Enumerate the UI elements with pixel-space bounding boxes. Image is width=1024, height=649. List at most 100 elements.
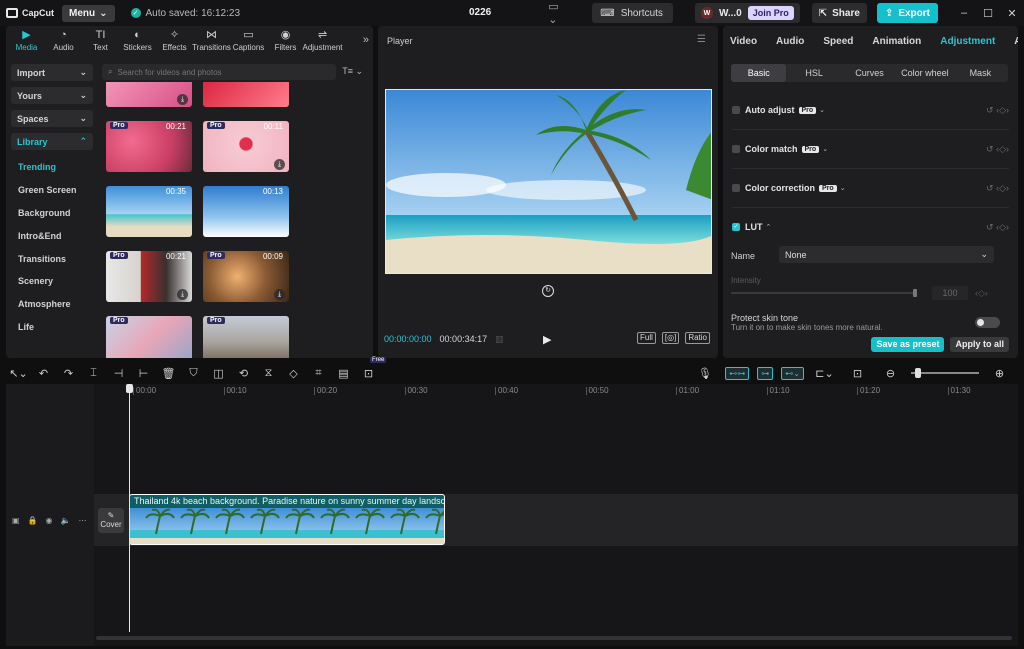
media-thumbnail[interactable]: Pro 00:11 ⤓ (203, 121, 289, 172)
tab-text[interactable]: TI Text (82, 26, 119, 56)
download-icon[interactable]: ⤓ (177, 94, 188, 105)
reset-keyframe-icons[interactable]: ↺ ‹◇› (986, 222, 1009, 233)
tab-transitions[interactable]: ⋈ Transitions (192, 26, 231, 56)
chevron-up-icon[interactable]: ⌃ (766, 223, 772, 231)
track-thumbnail-icon[interactable]: ▣ (12, 516, 20, 525)
tab-speed[interactable]: Speed (823, 36, 853, 47)
subtab-hsl[interactable]: HSL (786, 64, 841, 82)
undo-icon[interactable]: ↶ (31, 367, 56, 380)
tab-ai[interactable]: AI (1014, 36, 1018, 47)
reset-keyframe-icons[interactable]: ↺ ‹◇› (986, 183, 1009, 194)
share-button[interactable]: ⇱ Share (811, 3, 867, 23)
playhead[interactable] (126, 384, 133, 632)
reverse-icon[interactable]: ⟲ (231, 367, 256, 380)
timeline-icon[interactable]: ▥ (495, 334, 504, 345)
caption-icon[interactable]: ▤ (331, 367, 356, 380)
fullscreen-button[interactable]: Full (636, 332, 656, 344)
project-name[interactable]: 0226 (469, 7, 491, 18)
menu-button[interactable]: Menu ⌄ (62, 4, 115, 22)
library-item[interactable]: Atmosphere (11, 293, 93, 316)
media-thumbnail[interactable]: Pro (106, 316, 192, 358)
split-left-icon[interactable]: ⊣ (106, 367, 131, 380)
fit-icon[interactable]: ⊡ (845, 367, 870, 380)
keyframe-icon[interactable]: ‹◇› (975, 288, 988, 299)
import-button[interactable]: Import ⌄ (11, 64, 93, 81)
crop-icon[interactable]: ⌗ (306, 367, 331, 380)
library-button[interactable]: Library ⌃ (11, 133, 93, 150)
media-thumbnail[interactable]: Pro (203, 316, 289, 358)
subtab-basic[interactable]: Basic (731, 64, 787, 82)
media-thumbnail[interactable] (203, 82, 289, 107)
library-item[interactable]: Transitions (11, 247, 93, 270)
media-thumbnail[interactable]: Pro 00:09 ⤓ (203, 251, 289, 302)
select-icon[interactable]: ↖⌄ (6, 367, 31, 380)
tab-adjustment[interactable]: ⇌ Adjustment (302, 26, 342, 56)
filter-button[interactable]: T≡ ⌄ (342, 66, 363, 77)
link-icon[interactable]: ⊶ (757, 366, 774, 380)
apply-all-button[interactable]: Apply to all (950, 337, 1009, 352)
mark-icon[interactable]: ⛉ (181, 367, 206, 380)
close-icon[interactable]: ✕ (1000, 7, 1024, 20)
tab-stickers[interactable]: ◐ Stickers (119, 26, 156, 56)
tab-media[interactable]: ▶ Media (8, 26, 45, 56)
zoom-in-icon[interactable]: ⊕ (987, 367, 1012, 380)
double-chevron-right-icon[interactable]: » (363, 34, 369, 46)
minimize-icon[interactable]: – (952, 7, 976, 19)
zoom-slider[interactable] (911, 368, 979, 378)
zoom-slider-knob[interactable] (915, 368, 921, 378)
subtab-curves[interactable]: Curves (842, 64, 897, 82)
library-item[interactable]: Intro&End (11, 224, 93, 247)
tab-audio[interactable]: Audio (776, 36, 804, 47)
search-input[interactable] (117, 67, 318, 77)
subtab-mask[interactable]: Mask (953, 64, 1008, 82)
tab-animation[interactable]: Animation (872, 36, 921, 47)
download-icon[interactable]: ⤓ (177, 289, 188, 300)
intensity-slider[interactable] (731, 289, 917, 297)
video-clip[interactable]: Thailand 4k beach background. Paradise n… (129, 494, 445, 545)
media-search[interactable]: ⌕ (102, 64, 336, 80)
media-thumbnail[interactable]: Pro 00:21 ⤓ (106, 251, 192, 302)
join-pro-button[interactable]: Join Pro (747, 6, 794, 20)
lut-name-select[interactable]: None ⌄ (779, 246, 994, 263)
library-item[interactable]: Life (11, 316, 93, 339)
align-icon[interactable]: ⊏⌄ (812, 367, 837, 380)
microphone-icon[interactable]: 🎙 (692, 367, 717, 380)
ai-tool-icon[interactable]: ⊡ Free (356, 356, 387, 380)
library-item[interactable]: Scenery (11, 270, 93, 293)
magnet-icon[interactable]: ⊷⊶ (725, 366, 750, 380)
play-icon[interactable]: ▶ (543, 333, 551, 346)
zoom-fit-button[interactable]: [◎] (661, 332, 680, 344)
spaces-button[interactable]: Spaces ⌄ (11, 110, 93, 127)
checkbox[interactable] (732, 106, 740, 114)
layout-icon[interactable]: ▭ ⌄ (548, 0, 570, 26)
horizontal-scrollbar[interactable] (96, 636, 1012, 640)
media-thumbnail[interactable]: ⤓ (106, 82, 192, 107)
skin-tone-toggle[interactable] (975, 317, 1000, 328)
chevron-down-icon[interactable]: ⌄ (840, 184, 846, 192)
tab-effects[interactable]: ✧ Effects (156, 26, 193, 56)
yours-button[interactable]: Yours ⌄ (11, 87, 93, 104)
tab-captions[interactable]: ▭ Captions (230, 26, 267, 56)
delete-icon[interactable]: 🗑 (156, 367, 181, 380)
freeze-icon[interactable]: ◫ (206, 367, 231, 380)
intensity-slider-knob[interactable] (913, 289, 917, 297)
video-preview[interactable] (385, 89, 712, 274)
time-ruler[interactable]: 00:00 00:10 00:20 00:30 00:40 00:50 01:00 01:10… (94, 384, 1018, 398)
more-icon[interactable]: ⋯ (78, 516, 86, 525)
chevron-down-icon[interactable]: ⌄ (819, 106, 825, 114)
export-button[interactable]: ⇪ Export (876, 3, 938, 23)
tab-filters[interactable]: ◉ Filters (267, 26, 304, 56)
library-item[interactable]: Green Screen (11, 179, 93, 202)
zoom-out-icon[interactable]: ⊖ (878, 367, 903, 380)
library-item[interactable]: Trending (11, 156, 93, 179)
download-icon[interactable]: ⤓ (274, 289, 285, 300)
split-right-icon[interactable]: ⊢ (131, 367, 156, 380)
library-item[interactable]: Background (11, 202, 93, 225)
reset-keyframe-icons[interactable]: ↺ ‹◇› (986, 105, 1009, 116)
media-thumbnail[interactable]: 00:35 (106, 186, 192, 237)
user-account[interactable]: W W...0 Join Pro (694, 3, 800, 23)
media-thumbnail[interactable]: Pro 00:21 (106, 121, 192, 172)
tab-adjustment[interactable]: Adjustment (940, 36, 995, 47)
cover-button[interactable]: ✎ Cover (98, 508, 124, 533)
intensity-value[interactable]: 100 (932, 286, 968, 300)
